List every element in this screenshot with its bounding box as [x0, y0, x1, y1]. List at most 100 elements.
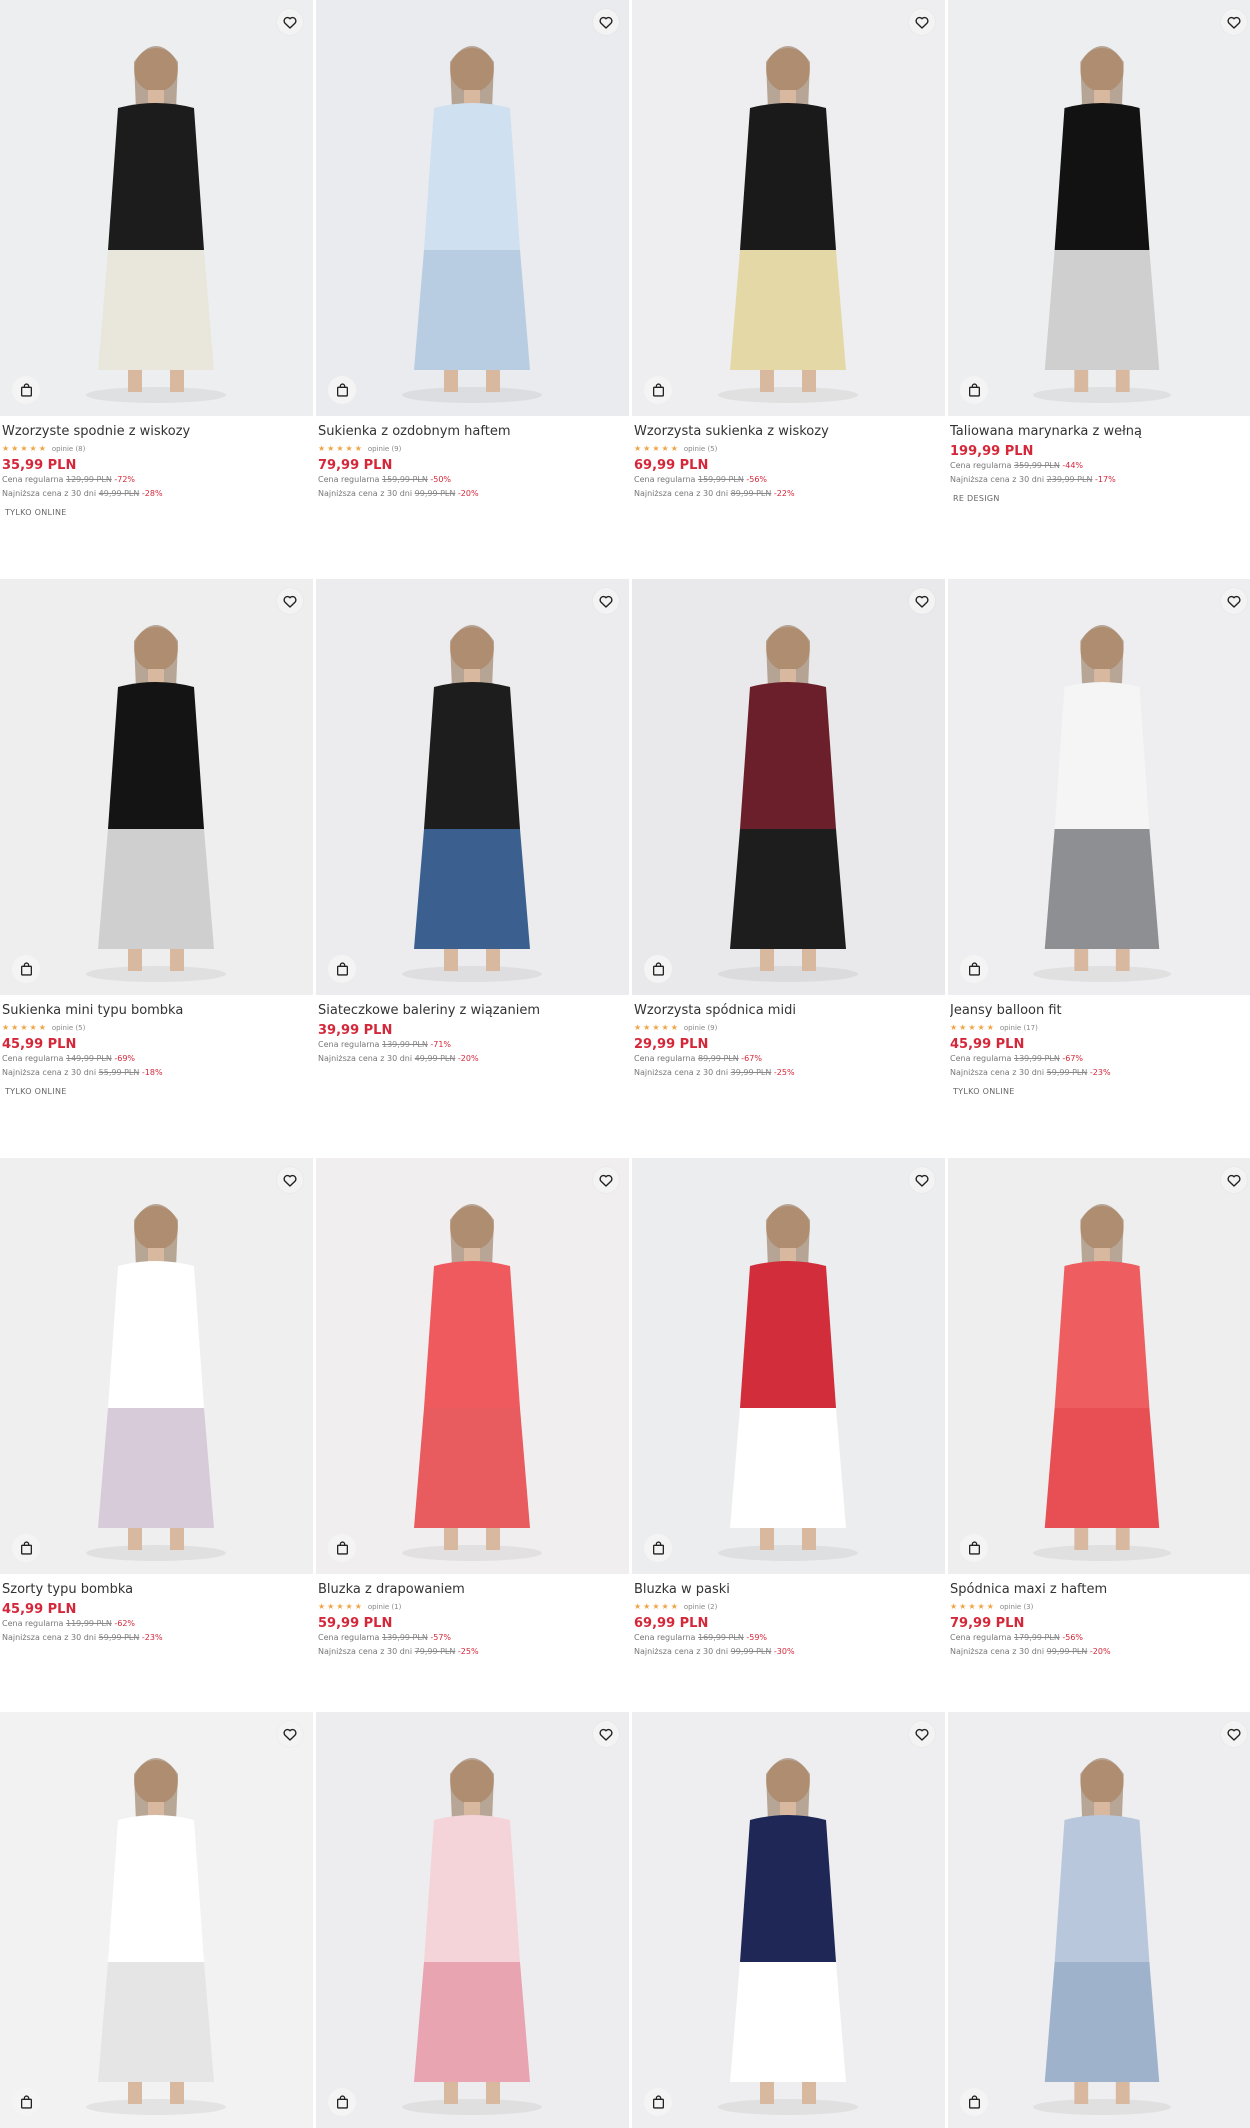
product-name[interactable]: Wzorzysta sukienka z wiskozy: [634, 424, 943, 440]
shopping-bag-icon[interactable]: [644, 1534, 672, 1562]
review-count[interactable]: opinie (5): [684, 445, 718, 453]
product-image[interactable]: [316, 0, 629, 416]
heart-icon[interactable]: [277, 9, 303, 35]
product-card[interactable]: Szorty typu bombka 45,99 PLN Cena regula…: [0, 1158, 313, 1659]
product-name[interactable]: Sukienka z ozdobnym haftem: [318, 424, 627, 440]
product-card[interactable]: Wzorzysta spódnica midi ★★★★★ opinie (9)…: [632, 579, 945, 1096]
product-name[interactable]: Sukienka mini typu bombka: [2, 1003, 311, 1019]
review-count[interactable]: opinie (9): [368, 445, 402, 453]
heart-icon[interactable]: [909, 1167, 935, 1193]
regular-price-line: Cena regularna 129,99 PLN -72%: [2, 473, 311, 487]
review-count[interactable]: opinie (9): [684, 1024, 718, 1032]
review-count[interactable]: opinie (1): [368, 1603, 402, 1611]
regular-price-label: Cena regularna: [318, 475, 380, 484]
product-name[interactable]: Wzorzysta spódnica midi: [634, 1003, 943, 1019]
review-count[interactable]: opinie (17): [1000, 1024, 1038, 1032]
heart-icon[interactable]: [277, 588, 303, 614]
heart-icon[interactable]: [909, 588, 935, 614]
lowest-price-line: Najniższa cena z 30 dni 49,99 PLN -20%: [318, 1052, 627, 1066]
product-name[interactable]: Wzorzyste spodnie z wiskozy: [2, 424, 311, 440]
product-info: Sukienka mini typu bombka ★★★★★ opinie (…: [0, 995, 313, 1096]
product-card[interactable]: [948, 1712, 1250, 2128]
review-count[interactable]: opinie (5): [52, 1024, 86, 1032]
review-count[interactable]: opinie (3): [1000, 1603, 1034, 1611]
product-image[interactable]: [948, 0, 1250, 416]
heart-icon[interactable]: [909, 1721, 935, 1747]
rating: ★★★★★ opinie (5): [2, 1022, 311, 1033]
heart-icon[interactable]: [593, 9, 619, 35]
shopping-bag-icon[interactable]: [960, 376, 988, 404]
product-image[interactable]: [948, 1712, 1250, 2128]
heart-icon[interactable]: [593, 1167, 619, 1193]
product-name[interactable]: Bluzka z drapowaniem: [318, 1582, 627, 1598]
lowest-price: 239,99 PLN: [1046, 475, 1093, 484]
product-card[interactable]: Jeansy balloon fit ★★★★★ opinie (17) 45,…: [948, 579, 1250, 1096]
product-image[interactable]: [0, 0, 313, 416]
heart-icon[interactable]: [909, 9, 935, 35]
shopping-bag-icon[interactable]: [12, 2088, 40, 2116]
shopping-bag-icon[interactable]: [644, 955, 672, 983]
product-name[interactable]: Bluzka w paski: [634, 1582, 943, 1598]
regular-discount: -56%: [1062, 1633, 1084, 1642]
regular-price: 119,99 PLN: [66, 1619, 112, 1628]
product-image[interactable]: [632, 579, 945, 995]
shopping-bag-icon[interactable]: [644, 376, 672, 404]
regular-price: 179,99 PLN: [1014, 1633, 1060, 1642]
regular-price-label: Cena regularna: [950, 1054, 1012, 1063]
product-name[interactable]: Jeansy balloon fit: [950, 1003, 1250, 1019]
lowest-price-line: Najniższa cena z 30 dni 89,99 PLN -22%: [634, 487, 943, 501]
product-image[interactable]: [948, 1158, 1250, 1574]
product-image[interactable]: [0, 1158, 313, 1574]
heart-icon[interactable]: [277, 1167, 303, 1193]
shopping-bag-icon[interactable]: [328, 2088, 356, 2116]
shopping-bag-icon[interactable]: [960, 1534, 988, 1562]
product-card[interactable]: Wzorzyste spodnie z wiskozy ★★★★★ opinie…: [0, 0, 313, 517]
shopping-bag-icon[interactable]: [960, 2088, 988, 2116]
heart-icon[interactable]: [1221, 9, 1247, 35]
heart-icon[interactable]: [593, 588, 619, 614]
product-image[interactable]: [632, 1158, 945, 1574]
product-name[interactable]: Siateczkowe baleriny z wiązaniem: [318, 1003, 627, 1019]
product-card[interactable]: [632, 1712, 945, 2128]
product-name[interactable]: Spódnica maxi z haftem: [950, 1582, 1250, 1598]
product-info: Spódnica maxi z haftem ★★★★★ opinie (3) …: [948, 1574, 1250, 1659]
shopping-bag-icon[interactable]: [12, 376, 40, 404]
shopping-bag-icon[interactable]: [644, 2088, 672, 2116]
product-card[interactable]: Spódnica maxi z haftem ★★★★★ opinie (3) …: [948, 1158, 1250, 1659]
product-image[interactable]: [0, 1712, 313, 2128]
product-card[interactable]: Wzorzysta sukienka z wiskozy ★★★★★ opini…: [632, 0, 945, 517]
shopping-bag-icon[interactable]: [328, 376, 356, 404]
heart-icon[interactable]: [1221, 1721, 1247, 1747]
product-image[interactable]: [316, 1158, 629, 1574]
product-card[interactable]: Bluzka w paski ★★★★★ opinie (2) 69,99 PL…: [632, 1158, 945, 1659]
rating: ★★★★★ opinie (2): [634, 1601, 943, 1612]
product-card[interactable]: [0, 1712, 313, 2128]
lowest-price: 59,99 PLN: [1046, 1068, 1088, 1077]
product-card[interactable]: Siateczkowe baleriny z wiązaniem 39,99 P…: [316, 579, 629, 1096]
product-image[interactable]: [316, 579, 629, 995]
product-image[interactable]: [0, 579, 313, 995]
lowest-price-label: Najniższa cena z 30 dni: [634, 1068, 729, 1077]
heart-icon[interactable]: [593, 1721, 619, 1747]
product-image[interactable]: [316, 1712, 629, 2128]
shopping-bag-icon[interactable]: [328, 1534, 356, 1562]
shopping-bag-icon[interactable]: [328, 955, 356, 983]
product-card[interactable]: Sukienka z ozdobnym haftem ★★★★★ opinie …: [316, 0, 629, 517]
product-name[interactable]: Szorty typu bombka: [2, 1582, 311, 1598]
shopping-bag-icon[interactable]: [12, 1534, 40, 1562]
product-name[interactable]: Taliowana marynarka z wełną: [950, 424, 1250, 440]
heart-icon[interactable]: [277, 1721, 303, 1747]
product-card[interactable]: Bluzka z drapowaniem ★★★★★ opinie (1) 59…: [316, 1158, 629, 1659]
heart-icon[interactable]: [1221, 1167, 1247, 1193]
product-card[interactable]: Taliowana marynarka z wełną 199,99 PLN C…: [948, 0, 1250, 517]
product-card[interactable]: Sukienka mini typu bombka ★★★★★ opinie (…: [0, 579, 313, 1096]
product-image[interactable]: [632, 0, 945, 416]
product-image[interactable]: [632, 1712, 945, 2128]
review-count[interactable]: opinie (2): [684, 1603, 718, 1611]
heart-icon[interactable]: [1221, 588, 1247, 614]
shopping-bag-icon[interactable]: [12, 955, 40, 983]
review-count[interactable]: opinie (8): [52, 445, 86, 453]
product-card[interactable]: [316, 1712, 629, 2128]
shopping-bag-icon[interactable]: [960, 955, 988, 983]
product-image[interactable]: [948, 579, 1250, 995]
